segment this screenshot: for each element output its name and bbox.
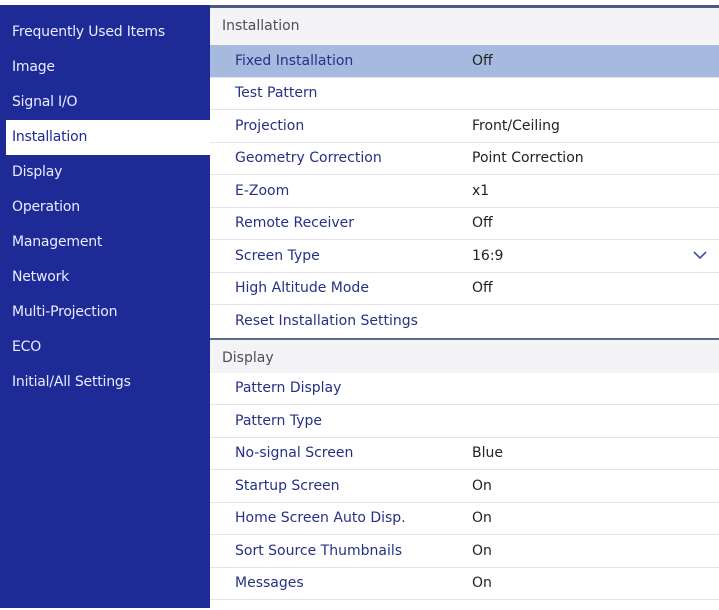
sidebar-item-network[interactable]: Network xyxy=(0,260,210,295)
setting-row-home-screen-auto-disp[interactable]: Home Screen Auto Disp. On xyxy=(210,502,719,535)
sidebar-item-operation[interactable]: Operation xyxy=(0,190,210,225)
setting-row-high-altitude-mode[interactable]: High Altitude Mode Off xyxy=(210,272,719,305)
setting-row-pattern-display[interactable]: Pattern Display xyxy=(210,372,719,405)
setting-label: Remote Receiver xyxy=(235,215,355,232)
setting-row-reset-installation-settings[interactable]: Reset Installation Settings xyxy=(210,305,719,338)
setting-row-projection[interactable]: Projection Front/Ceiling xyxy=(210,110,719,143)
setting-label: E-Zoom xyxy=(235,182,290,199)
setting-row-e-zoom[interactable]: E-Zoom x1 xyxy=(210,175,719,208)
setting-row-test-pattern[interactable]: Test Pattern xyxy=(210,77,719,110)
sidebar-menu: Frequently Used Items Image Signal I/O I… xyxy=(0,5,210,608)
setting-row-sort-source-thumbnails[interactable]: Sort Source Thumbnails On xyxy=(210,535,719,568)
section-header-installation: Installation xyxy=(210,8,719,45)
settings-panel: Installation Fixed Installation Off Test… xyxy=(210,0,719,610)
sidebar-item-frequently-used-items[interactable]: Frequently Used Items xyxy=(0,15,210,50)
setting-label: No-signal Screen xyxy=(235,445,354,462)
sidebar-item-display[interactable]: Display xyxy=(0,155,210,190)
top-divider xyxy=(210,5,719,8)
setting-value: Off xyxy=(472,52,493,69)
setting-label: Sort Source Thumbnails xyxy=(235,542,403,559)
setting-value: On xyxy=(472,542,492,559)
setting-label: Fixed Installation xyxy=(235,52,354,69)
setting-row-pattern-type[interactable]: Pattern Type xyxy=(210,405,719,438)
setting-value: On xyxy=(472,477,492,494)
setting-label: High Altitude Mode xyxy=(235,280,369,297)
setting-value: x1 xyxy=(472,182,490,199)
setting-value: Blue xyxy=(472,445,503,462)
sidebar-item-management[interactable]: Management xyxy=(0,225,210,260)
sidebar-item-eco[interactable]: ECO xyxy=(0,330,210,365)
projector-menu: Frequently Used Items Image Signal I/O I… xyxy=(0,0,719,610)
setting-label: Reset Installation Settings xyxy=(235,313,418,330)
setting-label: Pattern Type xyxy=(235,412,322,429)
setting-row-screen-type[interactable]: Screen Type 16:9 xyxy=(210,240,719,273)
setting-label: Pattern Display xyxy=(235,380,342,397)
section-header-display: Display xyxy=(210,337,719,373)
setting-label: Test Pattern xyxy=(235,85,318,102)
setting-value: Point Correction xyxy=(472,150,584,167)
setting-row-startup-screen[interactable]: Startup Screen On xyxy=(210,470,719,503)
setting-label: Screen Type xyxy=(235,247,320,264)
setting-value: Front/Ceiling xyxy=(472,117,560,134)
sidebar-item-initial-all-settings[interactable]: Initial/All Settings xyxy=(0,365,210,400)
setting-value: On xyxy=(472,575,492,592)
sidebar-item-multi-projection[interactable]: Multi-Projection xyxy=(0,295,210,330)
sidebar-item-image[interactable]: Image xyxy=(0,50,210,85)
setting-row-no-signal-screen[interactable]: No-signal Screen Blue xyxy=(210,437,719,470)
setting-value: Off xyxy=(472,280,493,297)
setting-value: On xyxy=(472,510,492,527)
setting-row-geometry-correction[interactable]: Geometry Correction Point Correction xyxy=(210,142,719,175)
setting-label: Startup Screen xyxy=(235,477,340,494)
setting-label: Messages xyxy=(235,575,304,592)
setting-value: 16:9 xyxy=(472,247,504,264)
setting-label: Projection xyxy=(235,117,305,134)
setting-row-fixed-installation[interactable]: Fixed Installation Off xyxy=(210,45,719,78)
chevron-down-icon[interactable] xyxy=(693,249,707,261)
setting-row-remote-receiver[interactable]: Remote Receiver Off xyxy=(210,207,719,240)
sidebar-item-signal-io[interactable]: Signal I/O xyxy=(0,85,210,120)
setting-row-messages[interactable]: Messages On xyxy=(210,567,719,600)
setting-value: Off xyxy=(472,215,493,232)
setting-label: Home Screen Auto Disp. xyxy=(235,510,406,527)
setting-label: Geometry Correction xyxy=(235,150,382,167)
sidebar-item-installation[interactable]: Installation xyxy=(6,120,210,155)
